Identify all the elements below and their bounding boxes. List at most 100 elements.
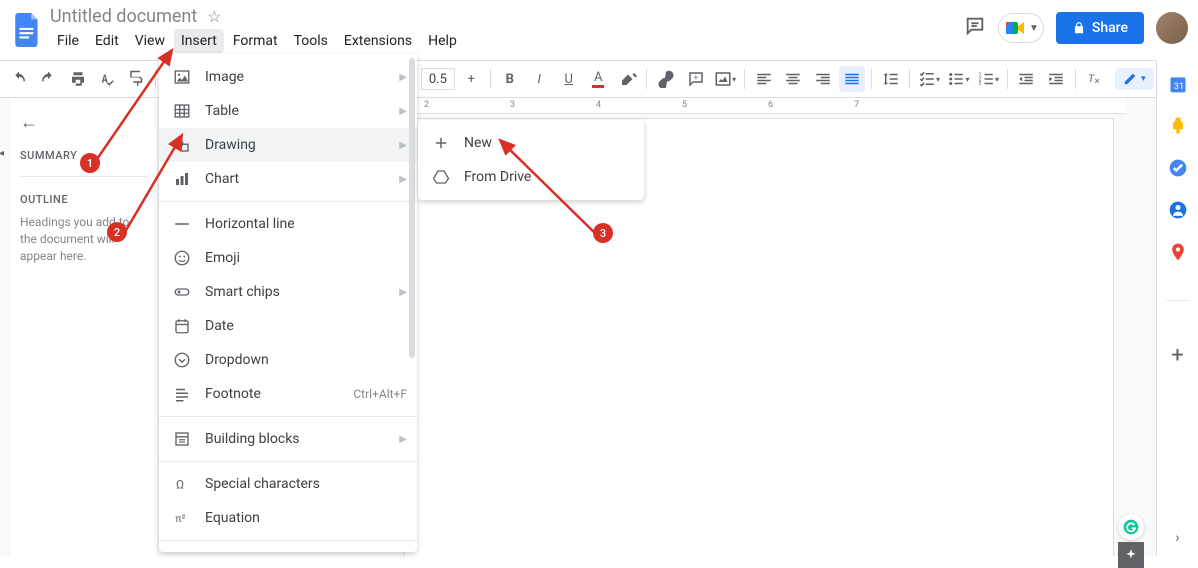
menu-item-table[interactable]: Table▶ <box>159 94 417 128</box>
ruler[interactable]: 234567 <box>404 98 1126 114</box>
menu-item-dropdown[interactable]: Dropdown <box>159 343 417 377</box>
ruler-tick: 7 <box>854 100 859 110</box>
tasks-icon[interactable] <box>1168 158 1188 178</box>
svg-text:Ω: Ω <box>176 478 184 492</box>
insert-menu: Image▶Table▶Drawing▶Chart▶Horizontal lin… <box>159 54 417 552</box>
undo-button[interactable] <box>6 66 31 92</box>
menu-item-drawing[interactable]: Drawing▶ <box>159 128 417 162</box>
star-icon[interactable]: ☆ <box>207 7 221 26</box>
align-center-button[interactable] <box>780 66 805 92</box>
maps-icon[interactable] <box>1168 242 1188 262</box>
decrease-indent-button[interactable] <box>1014 66 1039 92</box>
checklist-button[interactable]: ▾ <box>916 66 941 92</box>
font-size-increase[interactable]: + <box>459 66 484 92</box>
align-right-button[interactable] <box>810 66 835 92</box>
menu-item-from-drive[interactable]: From Drive <box>418 160 644 194</box>
share-button[interactable]: Share <box>1056 12 1144 44</box>
print-button[interactable] <box>65 66 90 92</box>
italic-button[interactable]: I <box>527 66 552 92</box>
bulleted-list-button[interactable]: ▾ <box>946 66 971 92</box>
line-spacing-button[interactable] <box>878 66 903 92</box>
menu-extensions[interactable]: Extensions <box>337 29 419 53</box>
editing-mode-button[interactable]: ▾ <box>1115 68 1154 90</box>
menu-tools[interactable]: Tools <box>287 29 335 53</box>
svg-text:+: + <box>693 73 697 82</box>
highlight-button[interactable] <box>615 66 640 92</box>
meet-button[interactable]: ▼ <box>998 13 1044 43</box>
redo-button[interactable] <box>35 66 60 92</box>
text-color-button[interactable]: A <box>585 66 610 92</box>
drive-icon <box>432 168 450 186</box>
footnote-icon <box>173 385 191 403</box>
shortcut: Ctrl+Alt+F <box>353 387 407 401</box>
menu-edit[interactable]: Edit <box>88 29 126 53</box>
menu-item-footnote[interactable]: Footnote Ctrl+Alt+F <box>159 377 417 411</box>
ruler-tick: 3 <box>510 100 515 110</box>
submenu-arrow-icon: ▶ <box>399 174 407 185</box>
menu-insert[interactable]: Insert <box>174 29 224 53</box>
menu-item-chart[interactable]: Chart▶ <box>159 162 417 196</box>
account-avatar[interactable] <box>1156 12 1188 44</box>
get-addons-button[interactable]: + <box>1171 343 1183 368</box>
clear-formatting-button[interactable]: T✕ <box>1082 66 1107 92</box>
menu-item-special-characters[interactable]: ΩSpecial characters <box>159 467 417 501</box>
menu-item-label: Footnote <box>205 386 339 402</box>
menu-view[interactable]: View <box>128 29 172 53</box>
left-gutter <box>0 98 10 556</box>
blocks-icon <box>173 430 191 448</box>
menu-item-building-blocks[interactable]: Building blocks ▶ <box>159 422 417 456</box>
svg-text:3: 3 <box>978 81 981 87</box>
align-justify-button[interactable] <box>839 66 864 92</box>
menu-item-label: Drawing <box>205 137 385 153</box>
ruler-tick: 6 <box>768 100 773 110</box>
underline-button[interactable]: U <box>556 66 581 92</box>
date-icon <box>173 317 191 335</box>
hide-side-panel-button[interactable]: › <box>1175 530 1179 556</box>
ruler-tick: 5 <box>682 100 687 110</box>
svg-text:π²: π² <box>175 512 185 525</box>
menu-file[interactable]: File <box>50 29 86 53</box>
spellcheck-button[interactable] <box>94 66 119 92</box>
menu-help[interactable]: Help <box>421 29 464 53</box>
align-left-button[interactable] <box>751 66 776 92</box>
svg-text:31: 31 <box>1173 82 1183 92</box>
dropdown-icon <box>173 351 191 369</box>
add-comment-button[interactable]: + <box>683 66 708 92</box>
menu-item-label: Smart chips <box>205 284 385 300</box>
back-arrow-icon[interactable]: ← <box>20 112 147 133</box>
menu-item-horizontal-line[interactable]: Horizontal line <box>159 207 417 241</box>
bold-button[interactable]: B <box>497 66 522 92</box>
chart-icon <box>173 170 191 188</box>
numbered-list-button[interactable]: 123▾ <box>975 66 1000 92</box>
menu-item-label: Building blocks <box>205 431 385 447</box>
comment-history-icon[interactable] <box>964 15 986 41</box>
insert-link-button[interactable] <box>653 66 678 92</box>
menu-separator <box>159 540 417 541</box>
contacts-icon[interactable] <box>1168 200 1188 220</box>
menu-item-date[interactable]: Date <box>159 309 417 343</box>
explore-button[interactable] <box>1118 542 1144 568</box>
menu-item-watermark[interactable]: Watermark <box>159 546 417 552</box>
submenu-arrow-icon: ▶ <box>399 434 407 445</box>
menu-item-image[interactable]: Image▶ <box>159 60 417 94</box>
menu-item-smart-chips[interactable]: Smart chips▶ <box>159 275 417 309</box>
scrollbar[interactable] <box>409 58 415 358</box>
menu-item-new[interactable]: New <box>418 126 644 160</box>
lock-icon <box>1072 21 1086 35</box>
submenu-arrow-icon: ▶ <box>399 106 407 117</box>
pencil-icon <box>1123 72 1137 86</box>
menu-separator <box>159 416 417 417</box>
font-size-input[interactable]: 0.5 <box>421 68 454 90</box>
docs-logo[interactable] <box>10 6 46 54</box>
chips-icon <box>173 283 191 301</box>
document-title[interactable]: Untitled document <box>50 6 197 27</box>
increase-indent-button[interactable] <box>1043 66 1068 92</box>
menu-item-emoji[interactable]: Emoji <box>159 241 417 275</box>
calendar-icon[interactable]: 31 <box>1168 74 1188 94</box>
menu-format[interactable]: Format <box>226 29 285 53</box>
menu-item-equation[interactable]: π²Equation <box>159 501 417 535</box>
keep-icon[interactable] <box>1168 116 1188 136</box>
paint-format-button[interactable] <box>124 66 149 92</box>
insert-image-button[interactable]: ▾ <box>712 66 737 92</box>
grammarly-badge[interactable] <box>1118 514 1144 540</box>
